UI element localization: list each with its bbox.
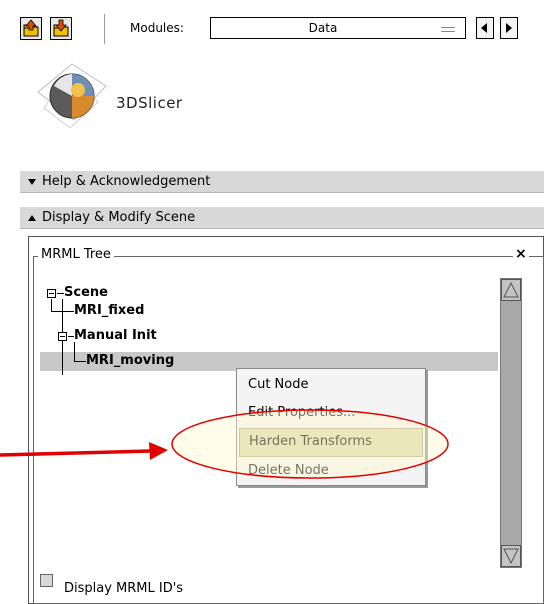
display-mrml-ids-label: Display MRML ID's	[64, 581, 184, 596]
tree-node-mri-moving[interactable]: MRI_moving	[86, 353, 174, 369]
display-mrml-ids-checkbox[interactable]	[40, 574, 53, 587]
slicer-logo-icon	[37, 63, 107, 129]
toolbar-separator	[104, 14, 105, 44]
expand-arrow-icon	[28, 214, 36, 221]
collapse-arrow-icon	[28, 178, 36, 185]
scene-expander-icon[interactable]	[47, 289, 56, 298]
scroll-up-button[interactable]	[501, 279, 521, 301]
tree-connector	[57, 293, 64, 294]
callout-arrowhead	[149, 442, 168, 460]
tree-connector	[51, 299, 52, 311]
module-select[interactable]: Data	[210, 17, 466, 39]
upload-button[interactable]	[20, 17, 42, 40]
tree-connector	[74, 361, 86, 362]
callout-arrow	[0, 449, 151, 457]
module-select-value: Data	[308, 21, 338, 35]
scroll-down-button[interactable]	[501, 545, 521, 567]
download-button[interactable]	[50, 17, 72, 40]
previous-module-button[interactable]	[476, 17, 494, 39]
menu-item-cut-node[interactable]: Cut Node	[239, 371, 423, 398]
tree-node-manual-init[interactable]: Manual Init	[74, 328, 157, 344]
help-section-label: Help & Acknowledgement	[42, 174, 211, 189]
tree-connector	[62, 311, 74, 312]
folder-down-icon	[53, 19, 69, 37]
close-icon[interactable]: ×	[513, 246, 529, 262]
logo-text: 3DSlicer	[116, 94, 183, 112]
help-section-header[interactable]: Help & Acknowledgement	[20, 171, 544, 193]
mrml-tree-label: MRML Tree	[38, 247, 114, 262]
next-module-button[interactable]	[500, 17, 518, 39]
scroll-up-icon	[503, 281, 519, 298]
tree-node-mri-fixed[interactable]: MRI_fixed	[74, 303, 144, 319]
select-grip-icon	[441, 27, 455, 32]
annotation-overlay	[0, 409, 449, 479]
display-section-header[interactable]: Display & Modify Scene	[20, 207, 544, 229]
arrow-right-icon	[506, 23, 512, 33]
highlight-ellipse	[171, 409, 449, 479]
folder-up-icon	[23, 19, 39, 37]
manual-init-expander-icon[interactable]	[58, 332, 67, 341]
tree-scrollbar[interactable]	[500, 278, 522, 568]
tree-node-scene[interactable]: Scene	[64, 285, 108, 301]
display-section-label: Display & Modify Scene	[42, 210, 196, 225]
tree-connector	[74, 342, 75, 362]
modules-label: Modules:	[130, 21, 184, 35]
arrow-left-icon	[481, 23, 487, 33]
slicer-logo	[32, 56, 112, 138]
scroll-down-icon	[503, 548, 519, 565]
